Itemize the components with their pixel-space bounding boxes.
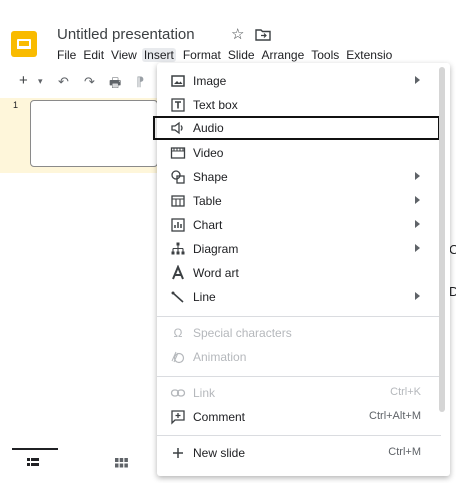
plus-icon: [173, 448, 183, 458]
menu-item-diagram[interactable]: Diagram: [157, 237, 441, 261]
submenu-arrow-icon: [415, 196, 420, 204]
slides-logo-icon[interactable]: [11, 31, 37, 57]
menu-item-label: Link: [193, 386, 216, 400]
menu-item-comment[interactable]: Comment Ctrl+Alt+M: [157, 405, 441, 429]
menu-item-shape[interactable]: Shape: [157, 165, 441, 189]
menu-item-text-box[interactable]: Text box: [157, 93, 441, 117]
word-art-icon: [172, 265, 184, 280]
line-icon: [171, 291, 184, 303]
menu-separator: [157, 316, 441, 317]
undo-icon[interactable]: ↶: [58, 74, 69, 90]
redo-icon[interactable]: ↷: [84, 74, 95, 90]
menu-arrange[interactable]: Arrange: [262, 48, 305, 62]
print-icon[interactable]: 🖶: [109, 74, 121, 96]
app-header: Untitled presentation ☆ File Edit View Inse…: [0, 0, 456, 66]
new-slide-dropdown-icon[interactable]: ▾: [38, 76, 43, 87]
menu-item-label: New slide: [193, 446, 246, 460]
menu-item-label: Special characters: [193, 326, 292, 340]
submenu-arrow-icon: [415, 220, 420, 228]
menu-separator: [157, 376, 441, 377]
animation-icon: [171, 351, 185, 364]
filmstrip-view-bar: [0, 448, 160, 483]
canvas-text-peek: C: [449, 242, 456, 257]
menu-item-label: Word art: [193, 266, 239, 280]
submenu-arrow-icon: [415, 76, 420, 84]
menu-format[interactable]: Format: [183, 48, 221, 62]
video-icon: [170, 147, 186, 159]
slide-thumbnail[interactable]: [30, 100, 158, 167]
paint-format-icon[interactable]: ⁋: [136, 74, 144, 90]
shortcut-label: Ctrl+M: [388, 446, 421, 458]
menu-item-label: Audio: [193, 121, 224, 135]
slide-number: 1: [13, 100, 19, 110]
menu-item-chart[interactable]: Chart: [157, 213, 441, 237]
menu-item-label: Chart: [193, 218, 223, 232]
menu-item-label: Animation: [193, 350, 247, 364]
menu-view[interactable]: View: [111, 48, 137, 62]
grid-view-icon[interactable]: [115, 458, 128, 468]
menu-item-video[interactable]: Video: [157, 141, 441, 165]
menu-item-label: Image: [193, 74, 227, 88]
menu-file[interactable]: File: [57, 48, 76, 62]
menu-item-label: Table: [193, 194, 222, 208]
menu-item-label: Text box: [193, 98, 238, 112]
submenu-arrow-icon: [415, 172, 420, 180]
table-icon: [171, 195, 185, 207]
link-icon: [170, 389, 186, 397]
menu-item-new-slide[interactable]: New slide Ctrl+M: [157, 441, 441, 465]
menu-item-label: Video: [193, 146, 224, 160]
image-icon: [171, 75, 185, 87]
menu-extensions[interactable]: Extensio: [346, 48, 392, 62]
shape-icon: [171, 170, 185, 184]
move-folder-icon[interactable]: [255, 28, 271, 41]
menu-item-special-characters[interactable]: Ω Special characters: [157, 321, 441, 345]
canvas-text-peek: D: [449, 284, 456, 299]
menu-item-label: Shape: [193, 170, 228, 184]
menu-item-label: Line: [193, 290, 216, 304]
document-title[interactable]: Untitled presentation: [57, 26, 195, 43]
menu-item-label: Comment: [193, 410, 246, 424]
diagram-icon: [171, 242, 185, 255]
menu-edit[interactable]: Edit: [83, 48, 104, 62]
shortcut-label: Ctrl+Alt+M: [369, 410, 421, 422]
insert-menu: Image Text box Audio Video Shape Table C…: [153, 63, 450, 476]
submenu-arrow-icon: [415, 244, 420, 252]
comment-icon: [171, 410, 185, 425]
chart-icon: [171, 218, 185, 232]
menu-scrollbar[interactable]: [439, 67, 445, 412]
menu-item-word-art[interactable]: Word art: [157, 261, 441, 285]
audio-icon: [171, 121, 183, 135]
menu-bar: File Edit View Insert Format Slide Arrange Tool…: [57, 48, 399, 62]
new-slide-plus-icon[interactable]: +: [19, 72, 28, 89]
menu-item-table[interactable]: Table: [157, 189, 441, 213]
menu-item-link[interactable]: Link Ctrl+K: [157, 381, 441, 405]
menu-separator: [157, 435, 441, 436]
menu-tools[interactable]: Tools: [311, 48, 339, 62]
filmstrip-view-icon[interactable]: [27, 458, 39, 468]
menu-item-animation[interactable]: Animation: [157, 345, 441, 369]
menu-item-label: Diagram: [193, 242, 239, 256]
menu-insert[interactable]: Insert: [141, 48, 176, 62]
menu-slide[interactable]: Slide: [228, 48, 255, 62]
star-icon[interactable]: ☆: [231, 25, 244, 43]
menu-item-line[interactable]: Line: [157, 285, 441, 309]
text-box-icon: [171, 98, 185, 112]
view-selected-indicator: [12, 448, 58, 450]
menu-item-image[interactable]: Image: [157, 69, 441, 93]
shortcut-label: Ctrl+K: [390, 386, 421, 398]
submenu-arrow-icon: [415, 292, 420, 300]
menu-item-audio[interactable]: Audio: [153, 116, 440, 140]
omega-icon: Ω: [173, 326, 183, 340]
